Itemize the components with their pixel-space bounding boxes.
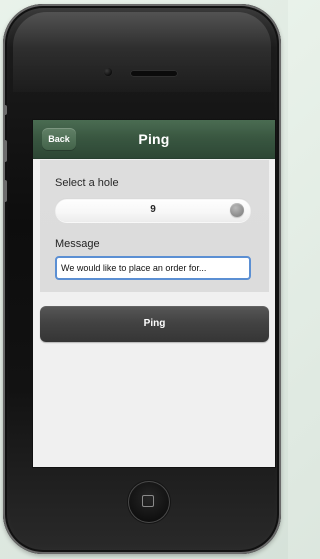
front-camera-icon bbox=[104, 68, 112, 76]
slider-thumb-icon[interactable] bbox=[230, 203, 244, 217]
message-label: Message bbox=[55, 238, 100, 250]
phone-frame: Back Ping Select a hole 9 Message We wou… bbox=[3, 4, 281, 554]
mute-switch bbox=[3, 105, 7, 115]
message-input[interactable]: We would like to place an order for... bbox=[55, 256, 251, 280]
hole-selector[interactable]: 9 bbox=[55, 198, 251, 222]
ping-button[interactable]: Ping bbox=[40, 306, 269, 342]
speaker-icon bbox=[130, 70, 178, 77]
volume-up-button bbox=[3, 140, 7, 162]
hole-value: 9 bbox=[150, 204, 156, 215]
ping-button-label: Ping bbox=[143, 318, 166, 329]
page-title: Ping bbox=[138, 131, 170, 147]
home-button[interactable] bbox=[128, 481, 170, 523]
home-square-icon bbox=[142, 495, 154, 507]
hole-label: Select a hole bbox=[55, 177, 119, 189]
app-stage: Back Ping Select a hole 9 Message We wou… bbox=[0, 0, 288, 559]
navigation-bar: Back Ping bbox=[33, 120, 275, 159]
ping-form: Select a hole 9 Message We would like to… bbox=[40, 160, 269, 292]
phone-screen: Back Ping Select a hole 9 Message We wou… bbox=[33, 120, 275, 467]
volume-down-button bbox=[3, 180, 7, 202]
